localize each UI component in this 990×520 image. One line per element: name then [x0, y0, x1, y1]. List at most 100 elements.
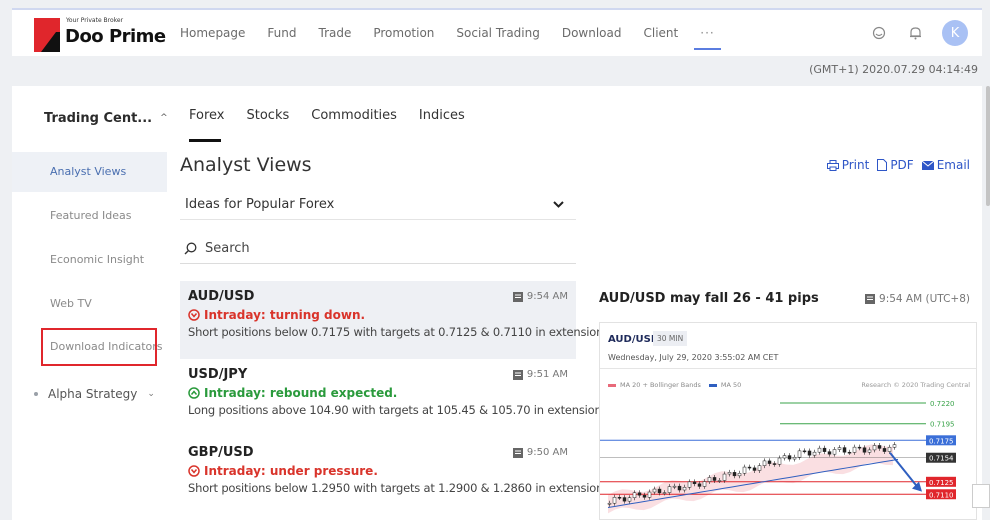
idea-description: Short positions below 1.2950 with target… — [188, 481, 607, 495]
candle-body — [737, 472, 742, 477]
chart-legend: MA 20 + Bollinger Bands MA 50 — [608, 381, 741, 389]
candle-body — [672, 485, 677, 488]
candle-body — [882, 448, 887, 452]
nav-more[interactable]: ··· — [694, 10, 722, 56]
level-label: 0.7125 — [929, 479, 954, 487]
sidebar-group-label: Trading Cent... — [44, 110, 153, 126]
candle-body — [662, 492, 667, 494]
candle-body — [727, 472, 732, 475]
sidebar-item-featured-ideas[interactable]: Featured Ideas — [12, 196, 167, 236]
bell-icon[interactable] — [906, 24, 924, 42]
envelope-icon — [921, 160, 934, 170]
sidebar-group-trading-centre[interactable]: Trading Cent... ^ — [12, 106, 168, 130]
candle-body — [722, 473, 727, 481]
sidebar-item-analyst-views[interactable]: Analyst Views — [12, 152, 167, 192]
header-actions: K — [870, 10, 968, 56]
candle-body — [847, 451, 852, 454]
candle-body — [712, 477, 717, 481]
logo-tagline: Your Private Broker — [66, 17, 124, 24]
ideas-category-select[interactable]: Ideas for Popular Forex — [180, 190, 576, 220]
candle-body — [792, 456, 797, 460]
bollinger-band — [608, 444, 893, 514]
candle-body — [797, 450, 802, 458]
candle-body — [892, 444, 897, 448]
select-value: Ideas for Popular Forex — [185, 197, 335, 212]
nav-fund[interactable]: Fund — [267, 10, 296, 56]
candle-body — [817, 447, 822, 453]
sidebar-group2-label: Alpha Strategy — [48, 387, 138, 401]
user-avatar[interactable]: K — [942, 20, 968, 46]
nav-social-trading[interactable]: Social Trading — [456, 10, 539, 56]
idea-symbol: AUD/USD — [188, 289, 255, 304]
page-title: Analyst Views — [180, 154, 312, 176]
candle-body — [717, 480, 722, 482]
idea-detail-time-text: 9:54 AM (UTC+8) — [879, 293, 970, 305]
nav-client[interactable]: Client — [644, 10, 679, 56]
candle-body — [877, 445, 882, 449]
candle-body — [652, 488, 657, 493]
idea-symbol: USD/JPY — [188, 367, 248, 382]
candle-body — [617, 497, 622, 499]
level-label: 0.7175 — [929, 437, 954, 445]
pdf-label: PDF — [890, 158, 914, 172]
tab-forex[interactable]: Forex — [189, 108, 225, 142]
candle-body — [857, 446, 862, 449]
page-scrollbar[interactable] — [986, 86, 990, 206]
candle-body — [807, 450, 812, 456]
legend-swatch-ma20 — [608, 383, 616, 387]
candle-body — [697, 483, 702, 487]
candle-body — [642, 494, 647, 498]
sidebar-item-economic-insight[interactable]: Economic Insight — [12, 240, 167, 280]
sidebar-group-alpha-strategy[interactable]: Alpha Strategy ⌄ — [12, 382, 155, 406]
search-bar — [180, 234, 576, 264]
email-button[interactable]: Email — [921, 158, 970, 172]
idea-detail-title: AUD/USD may fall 26 - 41 pips — [599, 291, 819, 306]
nav-promotion[interactable]: Promotion — [373, 10, 434, 56]
tab-commodities[interactable]: Commodities — [311, 108, 397, 132]
candle-body — [867, 449, 872, 453]
nav-download[interactable]: Download — [562, 10, 622, 56]
candle-body — [842, 447, 847, 453]
corner-widget-button[interactable] — [972, 484, 990, 508]
tab-indices[interactable]: Indices — [419, 108, 465, 132]
nav-trade[interactable]: Trade — [319, 10, 352, 56]
idea-status: Intraday: rebound expected. — [188, 386, 568, 400]
candle-body — [702, 481, 707, 487]
candle-body — [827, 451, 832, 455]
candle-body — [872, 445, 877, 451]
chart-timeframe: 30 MIN — [653, 331, 688, 346]
idea-time: 9:51 AM — [512, 369, 568, 380]
email-label: Email — [936, 158, 970, 172]
candle-body — [767, 460, 772, 464]
sidebar: Trading Cent... ^ Analyst Views Featured… — [12, 86, 168, 520]
search-input[interactable] — [205, 241, 505, 256]
trend-down-icon — [188, 309, 200, 321]
candle-body — [707, 477, 712, 482]
legend-ma50: MA 50 — [720, 381, 742, 389]
chevron-down-icon: ⌄ — [147, 389, 155, 399]
export-actions: Print PDF Email — [826, 158, 970, 172]
list-item[interactable]: USD/JPY 9:51 AM Intraday: rebound expect… — [180, 359, 605, 437]
idea-time: 9:54 AM — [512, 291, 568, 302]
tab-stocks[interactable]: Stocks — [247, 108, 290, 132]
candle-body — [682, 486, 687, 491]
candle-body — [812, 451, 817, 456]
sidebar-item-web-tv[interactable]: Web TV — [12, 284, 167, 324]
list-item[interactable]: GBP/USD 9:50 AM Intraday: under pressure… — [180, 437, 607, 515]
sidebar-item-download-indicators[interactable]: Download Indicators — [40, 327, 163, 367]
pdf-button[interactable]: PDF — [877, 158, 914, 172]
chevron-down-icon — [553, 201, 564, 208]
idea-status: Intraday: under pressure. — [188, 464, 568, 478]
headset-icon[interactable] — [870, 24, 888, 42]
candle-body — [802, 450, 807, 453]
idea-description: Short positions below 0.7175 with target… — [188, 325, 607, 339]
doo-prime-logo[interactable]: Your Private Broker Doo Prime — [34, 14, 166, 54]
idea-status: Intraday: turning down. — [188, 308, 568, 322]
print-button[interactable]: Print — [826, 158, 869, 172]
candle-body — [787, 455, 792, 460]
message-icon — [512, 291, 523, 302]
list-item[interactable]: AUD/USD 9:54 AM Intraday: turning down. … — [180, 281, 607, 359]
nav-homepage[interactable]: Homepage — [180, 10, 245, 56]
candle-body — [837, 447, 842, 450]
candle-body — [632, 492, 637, 498]
